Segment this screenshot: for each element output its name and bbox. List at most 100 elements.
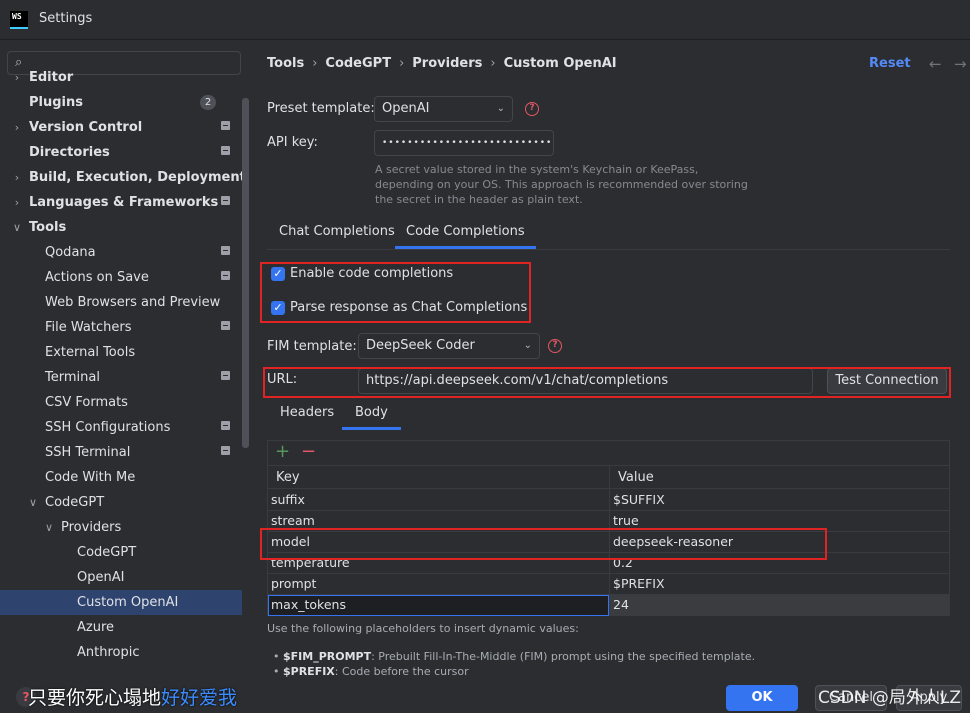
tab-chat-completions[interactable]: Chat Completions	[279, 219, 395, 249]
tab-code-completions[interactable]: Code Completions	[395, 219, 536, 249]
placeholder-desc: : Code before the cursor	[334, 665, 469, 678]
sidebar-item[interactable]: Plugins 2	[0, 90, 242, 115]
breadcrumb-item[interactable]: Providers	[412, 56, 482, 71]
settings-tree: › Editor Plugins 2 › Version Control Directori…	[0, 70, 246, 665]
sidebar-item[interactable]: Directories	[0, 140, 242, 165]
sidebar-item[interactable]: Actions on Save	[0, 265, 242, 290]
chevron-right-icon[interactable]: ›	[11, 165, 23, 190]
sidebar-item[interactable]: File Watchers	[0, 315, 242, 340]
sidebar-item-label: Actions on Save	[45, 270, 149, 285]
sidebar-item[interactable]: ∨ Providers	[0, 515, 242, 540]
table-cell-value[interactable]: 24	[613, 595, 629, 615]
sidebar-item[interactable]: ∨ Tools	[0, 215, 242, 240]
csdn-watermark: CSDN @局外人LZ	[818, 688, 961, 708]
sidebar-item-label: Anthropic	[77, 645, 140, 660]
sidebar-item[interactable]: Custom OpenAI	[0, 590, 242, 615]
sidebar-item-label: CodeGPT	[45, 495, 105, 510]
back-arrow-icon[interactable]: ←	[929, 55, 942, 73]
sidebar-item-label: Build, Execution, Deployment	[29, 170, 246, 185]
preset-template-select[interactable]: OpenAI ⌄	[374, 96, 513, 122]
tab-body[interactable]: Body	[342, 400, 401, 430]
sidebar-item-label: File Watchers	[45, 320, 132, 335]
add-row-icon[interactable]: +	[275, 441, 290, 463]
sidebar-scrollbar[interactable]	[242, 98, 249, 448]
placeholder-item: • $PREFIX: Code before the cursor	[273, 665, 469, 678]
breadcrumb-item[interactable]: CodeGPT	[325, 56, 391, 71]
placeholder-name: $PREFIX	[283, 665, 335, 678]
sidebar-item[interactable]: OpenAI	[0, 565, 242, 590]
breadcrumb: Tools › CodeGPT › Providers › Custom OpenAI	[267, 56, 617, 71]
reset-link[interactable]: Reset	[869, 56, 911, 71]
sidebar-item[interactable]: Qodana	[0, 240, 242, 265]
sidebar-item[interactable]: CodeGPT	[0, 540, 242, 565]
table-cell-key[interactable]: prompt	[271, 574, 316, 594]
ok-button[interactable]: OK	[726, 685, 798, 711]
tab-divider	[267, 249, 950, 250]
sidebar-item-label: Code With Me	[45, 470, 136, 485]
sidebar-item-label: Web Browsers and Preview	[45, 295, 221, 310]
sidebar-item-label: Editor	[29, 70, 74, 85]
sidebar-item-label: Languages & Frameworks	[29, 195, 219, 210]
breadcrumb-item: Custom OpenAI	[503, 56, 617, 71]
column-header-key[interactable]: Key	[276, 466, 300, 490]
placeholder-name: $FIM_PROMPT	[283, 650, 372, 663]
chevron-right-icon[interactable]: ›	[11, 190, 23, 215]
table-cell-value[interactable]: $PREFIX	[613, 574, 665, 594]
fim-template-select[interactable]: DeepSeek Coder ⌄	[358, 333, 540, 359]
sidebar-item-label: CodeGPT	[77, 545, 137, 560]
project-level-icon	[221, 246, 230, 255]
sidebar-item[interactable]: CSV Formats	[0, 390, 242, 415]
placeholder-desc: : Prebuilt Fill-In-The-Middle (FIM) prom…	[371, 650, 756, 663]
column-header-value[interactable]: Value	[618, 466, 654, 490]
sidebar-item[interactable]: › Editor	[0, 65, 242, 90]
sidebar-item-label: SSH Terminal	[45, 445, 131, 460]
breadcrumb-item[interactable]: Tools	[267, 56, 304, 71]
help-icon[interactable]: ?	[525, 102, 539, 116]
sidebar-item[interactable]: External Tools	[0, 340, 242, 365]
sidebar-item[interactable]: › Build, Execution, Deployment	[0, 165, 246, 190]
api-key-hint: A secret value stored in the system's Ke…	[375, 163, 748, 206]
sidebar-item[interactable]: Code With Me	[0, 465, 242, 490]
table-cell-key[interactable]: max_tokens	[271, 595, 346, 615]
overlay-caption-blue: 好好爱我	[161, 687, 238, 709]
breadcrumb-separator: ›	[312, 56, 318, 71]
sidebar-item[interactable]: Terminal	[0, 365, 242, 390]
sidebar-item[interactable]: SSH Terminal	[0, 440, 242, 465]
sidebar-item[interactable]: › Languages & Frameworks	[0, 190, 242, 215]
overlay-caption-white: 只要你死心塌地	[28, 687, 162, 709]
chevron-down-icon[interactable]: ∨	[11, 215, 23, 240]
table-cell-value[interactable]: $SUFFIX	[613, 490, 665, 510]
forward-arrow-icon[interactable]: →	[954, 55, 967, 73]
chevron-right-icon[interactable]: ›	[11, 65, 23, 90]
title-bar: WS Settings	[0, 0, 970, 40]
chevron-down-icon[interactable]: ∨	[27, 490, 39, 515]
fim-template-value: DeepSeek Coder	[366, 338, 475, 353]
settings-sidebar: ⌕ › Editor Plugins 2 › Version Control Directo…	[0, 41, 250, 683]
help-icon[interactable]: ?	[548, 339, 562, 353]
sidebar-item-label: Providers	[61, 520, 122, 535]
sidebar-item[interactable]: Web Browsers and Preview	[0, 290, 242, 315]
sidebar-item[interactable]: › Version Control	[0, 115, 242, 140]
api-key-field[interactable]: •••••••••••••••••••••••••••••	[374, 130, 554, 156]
chevron-right-icon[interactable]: ›	[11, 115, 23, 140]
project-level-icon	[221, 421, 230, 430]
table-cell-key[interactable]: suffix	[271, 490, 305, 510]
sidebar-item-label: Version Control	[29, 120, 143, 135]
chevron-down-icon[interactable]: ∨	[43, 515, 55, 540]
project-level-icon	[221, 371, 230, 380]
sidebar-item[interactable]: Azure	[0, 615, 242, 640]
dialog-footer: ? 只要你死心塌地好好爱我 OK Cancel Apply CSDN @局外人L…	[0, 683, 970, 713]
project-level-icon	[221, 446, 230, 455]
sidebar-item[interactable]: SSH Configurations	[0, 415, 242, 440]
sidebar-item-label: Custom OpenAI	[77, 595, 179, 610]
overlay-caption: 只要你死心塌地好好爱我	[28, 683, 237, 710]
chevron-down-icon: ⌄	[523, 340, 532, 351]
sidebar-item-label: Terminal	[45, 370, 100, 385]
sidebar-item[interactable]: ∨ CodeGPT	[0, 490, 242, 515]
sidebar-item-label: CSV Formats	[45, 395, 128, 410]
count-badge: 2	[200, 95, 216, 110]
sidebar-item[interactable]: Anthropic	[0, 640, 242, 665]
tab-headers[interactable]: Headers	[280, 400, 334, 430]
sidebar-item-label: Tools	[29, 220, 67, 235]
remove-row-icon[interactable]: −	[301, 441, 316, 463]
